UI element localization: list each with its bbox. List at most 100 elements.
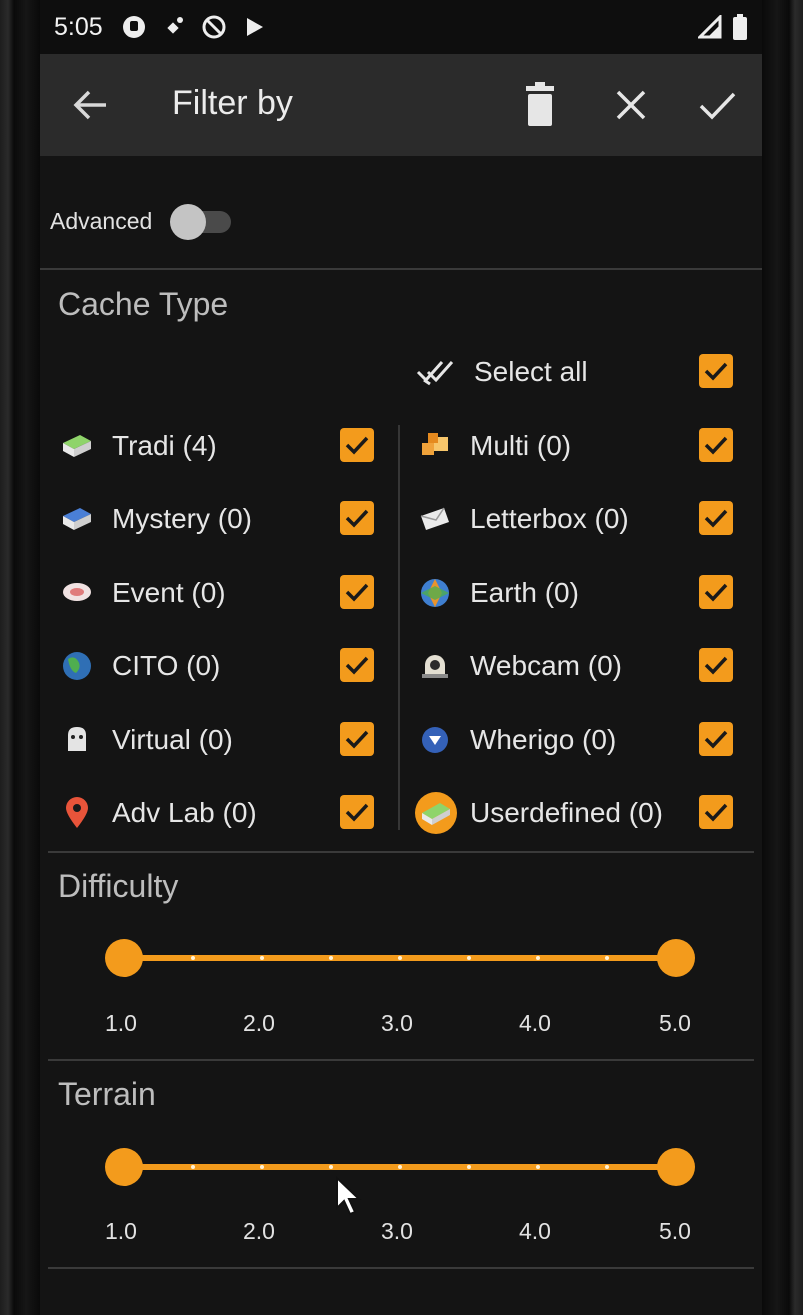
difficulty-tick-label: 5.0 [659, 1010, 691, 1036]
no-disturb-icon [202, 15, 226, 39]
cache-type-cito[interactable]: CITO (0) [60, 642, 220, 690]
terrain-max-thumb[interactable] [657, 1148, 695, 1186]
cito-label: CITO (0) [112, 650, 221, 681]
letterbox-label: Letterbox (0) [470, 503, 629, 534]
terrain-title: Terrain [58, 1076, 156, 1112]
terrain-tick-label: 3.0 [381, 1218, 413, 1244]
userdefined-checkbox[interactable] [699, 795, 733, 829]
battery-icon [733, 14, 747, 40]
device-frame-left [0, 0, 40, 1315]
difficulty-max-thumb[interactable] [657, 939, 695, 977]
cache-type-webcam[interactable]: Webcam (0) [418, 642, 622, 690]
cache-type-letterbox[interactable]: Letterbox (0) [418, 495, 629, 543]
checkmark-icon [704, 583, 728, 602]
cache-type-mystery[interactable]: Mystery (0) [60, 495, 252, 543]
cache-type-userdefined[interactable]: Userdefined (0) [414, 789, 663, 837]
difficulty-tick-label: 1.0 [105, 1010, 137, 1036]
webcam-icon [422, 655, 448, 678]
status-notification-icons [121, 14, 267, 40]
mystery-label: Mystery (0) [112, 503, 252, 534]
wherigo-icon [422, 727, 448, 753]
earth-label: Earth (0) [470, 577, 579, 608]
advanced-toggle[interactable] [170, 204, 206, 240]
tradi-checkbox[interactable] [340, 428, 374, 462]
checkmark-icon [345, 509, 369, 528]
status-bar: 5:05 [40, 0, 762, 54]
cito-icon [63, 652, 91, 680]
webcam-checkbox[interactable] [699, 648, 733, 682]
terrain-tick-label: 1.0 [105, 1218, 137, 1244]
earth-icon [421, 579, 449, 607]
mystery-icon [63, 508, 91, 530]
slider-tick [398, 956, 402, 960]
cache-type-tradi[interactable]: Tradi (4) [60, 422, 217, 470]
cache-type-earth[interactable]: Earth (0) [418, 569, 579, 617]
terrain-tick-label: 2.0 [243, 1218, 275, 1244]
select-all-row[interactable]: Select all [416, 348, 588, 396]
advanced-label: Advanced [50, 208, 153, 234]
terrain-min-thumb[interactable] [105, 1148, 143, 1186]
checkmark-icon [704, 803, 728, 822]
terrain-tick-label: 5.0 [659, 1218, 691, 1244]
letterbox-icon [420, 507, 449, 530]
checkmark-icon [704, 436, 728, 455]
event-checkbox[interactable] [340, 575, 374, 609]
checkmark-icon [704, 730, 728, 749]
virtual-checkbox[interactable] [340, 722, 374, 756]
cache-type-multi[interactable]: Multi (0) [418, 422, 571, 470]
slider-tick [467, 956, 471, 960]
divider [48, 1267, 754, 1269]
device-frame-right [762, 0, 803, 1315]
difficulty-title: Difficulty [58, 868, 179, 904]
back-arrow-icon[interactable] [70, 84, 112, 126]
checkmark-icon [345, 583, 369, 602]
virtual-label: Virtual (0) [112, 724, 233, 755]
difficulty-tick-label: 2.0 [243, 1010, 275, 1036]
cache-type-wherigo[interactable]: Wherigo (0) [418, 716, 616, 764]
webcam-label: Webcam (0) [470, 650, 622, 681]
checkmark-icon [704, 362, 728, 381]
trash-icon[interactable] [522, 82, 558, 128]
multi-checkbox[interactable] [699, 428, 733, 462]
select-all-label: Select all [474, 356, 588, 387]
difficulty-min-thumb[interactable] [105, 939, 143, 977]
divider [48, 851, 754, 853]
difficulty-tick-label: 3.0 [381, 1010, 413, 1036]
multi-icon [422, 433, 448, 455]
adv-lab-label: Adv Lab (0) [112, 797, 257, 828]
notification-app-icon [122, 16, 145, 38]
slider-tick [467, 1165, 471, 1169]
cito-checkbox[interactable] [340, 648, 374, 682]
checkmark-icon [704, 656, 728, 675]
slider-tick [329, 956, 333, 960]
signal-icon [698, 15, 722, 39]
slider-tick [260, 956, 264, 960]
difficulty-tick-label: 4.0 [519, 1010, 551, 1036]
wherigo-checkbox[interactable] [699, 722, 733, 756]
earth-checkbox[interactable] [699, 575, 733, 609]
mouse-cursor-icon [336, 1176, 362, 1216]
play-store-icon [246, 18, 263, 36]
checkmark-icon [345, 436, 369, 455]
cache-type-virtual[interactable]: Virtual (0) [60, 716, 233, 764]
screen: 5:05 Filter by Advanced Cache Type Selec… [40, 0, 762, 1315]
satellite-icon [167, 17, 183, 34]
status-system-icons [698, 14, 748, 40]
virtual-icon [68, 727, 86, 751]
cache-type-adv-lab[interactable]: Adv Lab (0) [60, 789, 257, 837]
adv-lab-checkbox[interactable] [340, 795, 374, 829]
close-icon[interactable] [610, 84, 652, 126]
mystery-checkbox[interactable] [340, 501, 374, 535]
terrain-tick-label: 4.0 [519, 1218, 551, 1244]
slider-tick [191, 956, 195, 960]
adv-lab-icon [66, 797, 88, 828]
checkmark-icon [345, 803, 369, 822]
status-time: 5:05 [54, 12, 103, 41]
slider-tick [398, 1165, 402, 1169]
divider [48, 1059, 754, 1061]
select-all-checkbox[interactable] [699, 354, 733, 388]
letterbox-checkbox[interactable] [699, 501, 733, 535]
confirm-check-icon[interactable] [696, 84, 738, 126]
cache-type-event[interactable]: Event (0) [60, 569, 226, 617]
checkmark-icon [345, 730, 369, 749]
